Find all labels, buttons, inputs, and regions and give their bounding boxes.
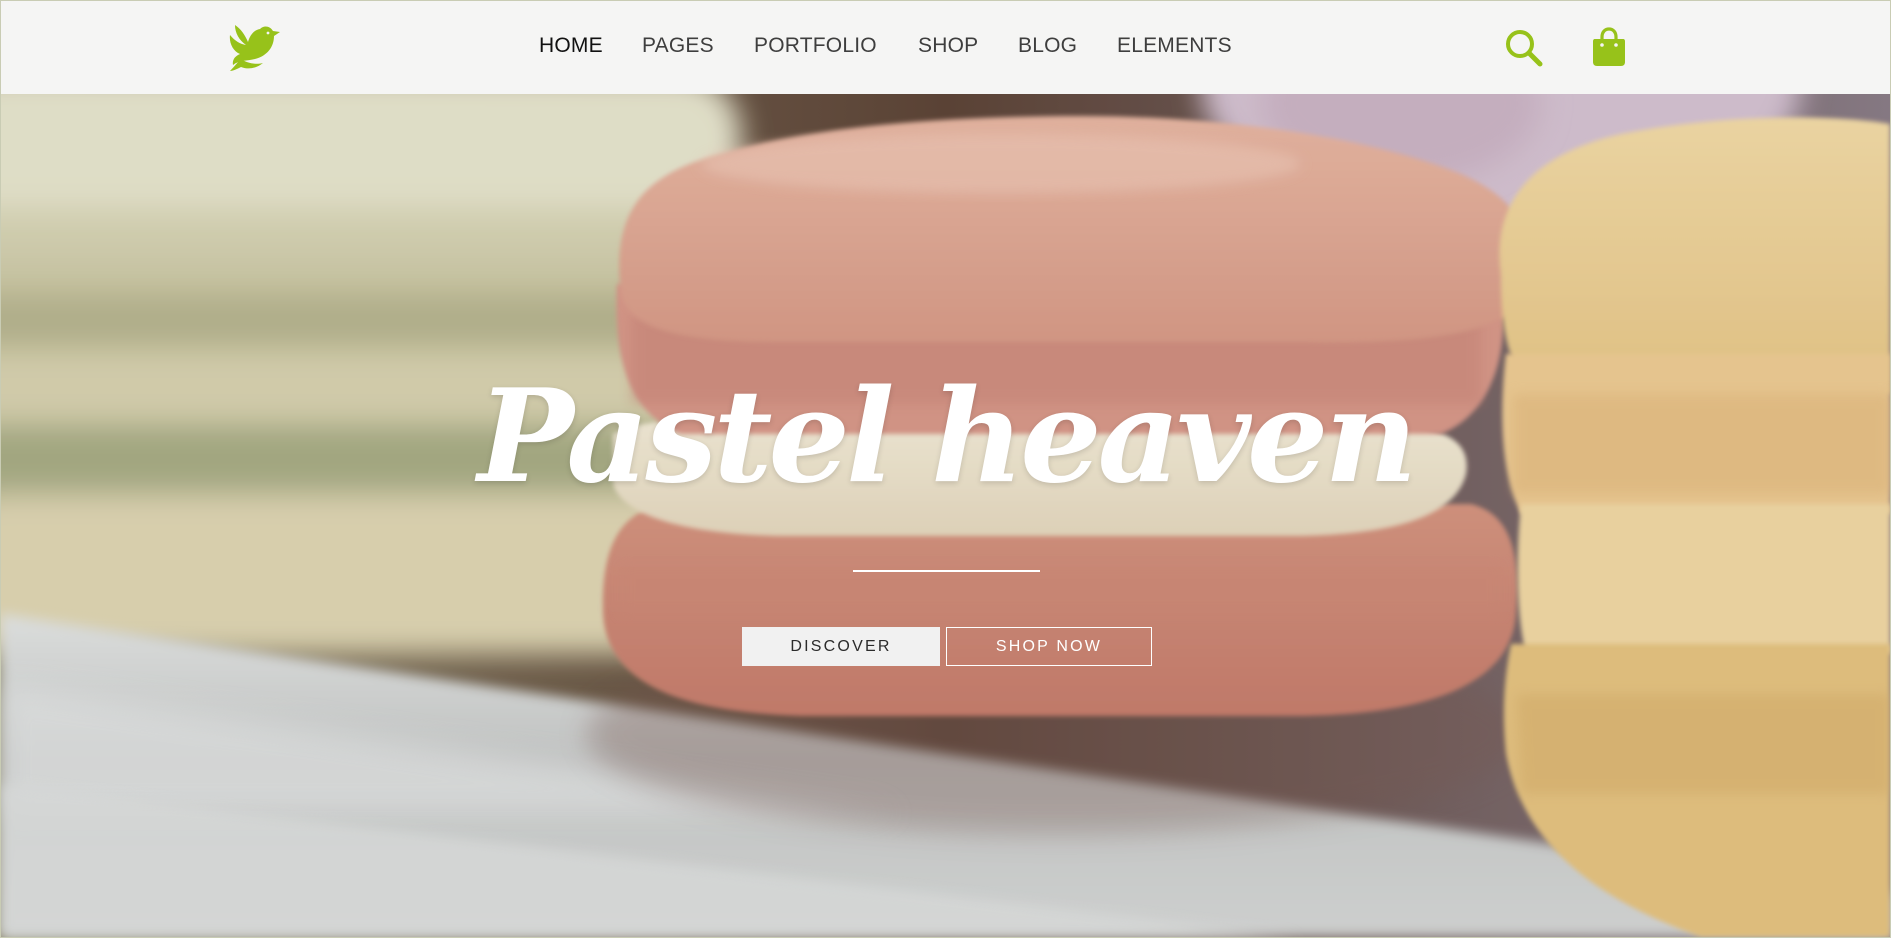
nav-item-blog[interactable]: BLOG [1018, 34, 1077, 58]
nav-item-shop[interactable]: SHOP [918, 34, 978, 58]
shop-now-button[interactable]: SHOP NOW [946, 627, 1152, 666]
macarons-background-image [1, 94, 1890, 937]
nav-item-portfolio[interactable]: PORTFOLIO [754, 34, 877, 58]
hero-title: Pastel heaven [477, 362, 1418, 512]
nav-item-home[interactable]: HOME [539, 34, 603, 58]
shopping-bag-icon[interactable] [1592, 27, 1626, 67]
hero-divider [853, 570, 1040, 572]
search-icon[interactable] [1504, 28, 1544, 68]
browser-viewport: HOME PAGES PORTFOLIO SHOP BLOG ELEMENTS [1, 1, 1890, 937]
site-header: HOME PAGES PORTFOLIO SHOP BLOG ELEMENTS [1, 1, 1890, 94]
discover-button[interactable]: DISCOVER [742, 627, 940, 666]
hero-section: Pastel heaven DISCOVER SHOP NOW [1, 94, 1890, 937]
nav-item-pages[interactable]: PAGES [642, 34, 714, 58]
nav-item-elements[interactable]: ELEMENTS [1117, 34, 1232, 58]
